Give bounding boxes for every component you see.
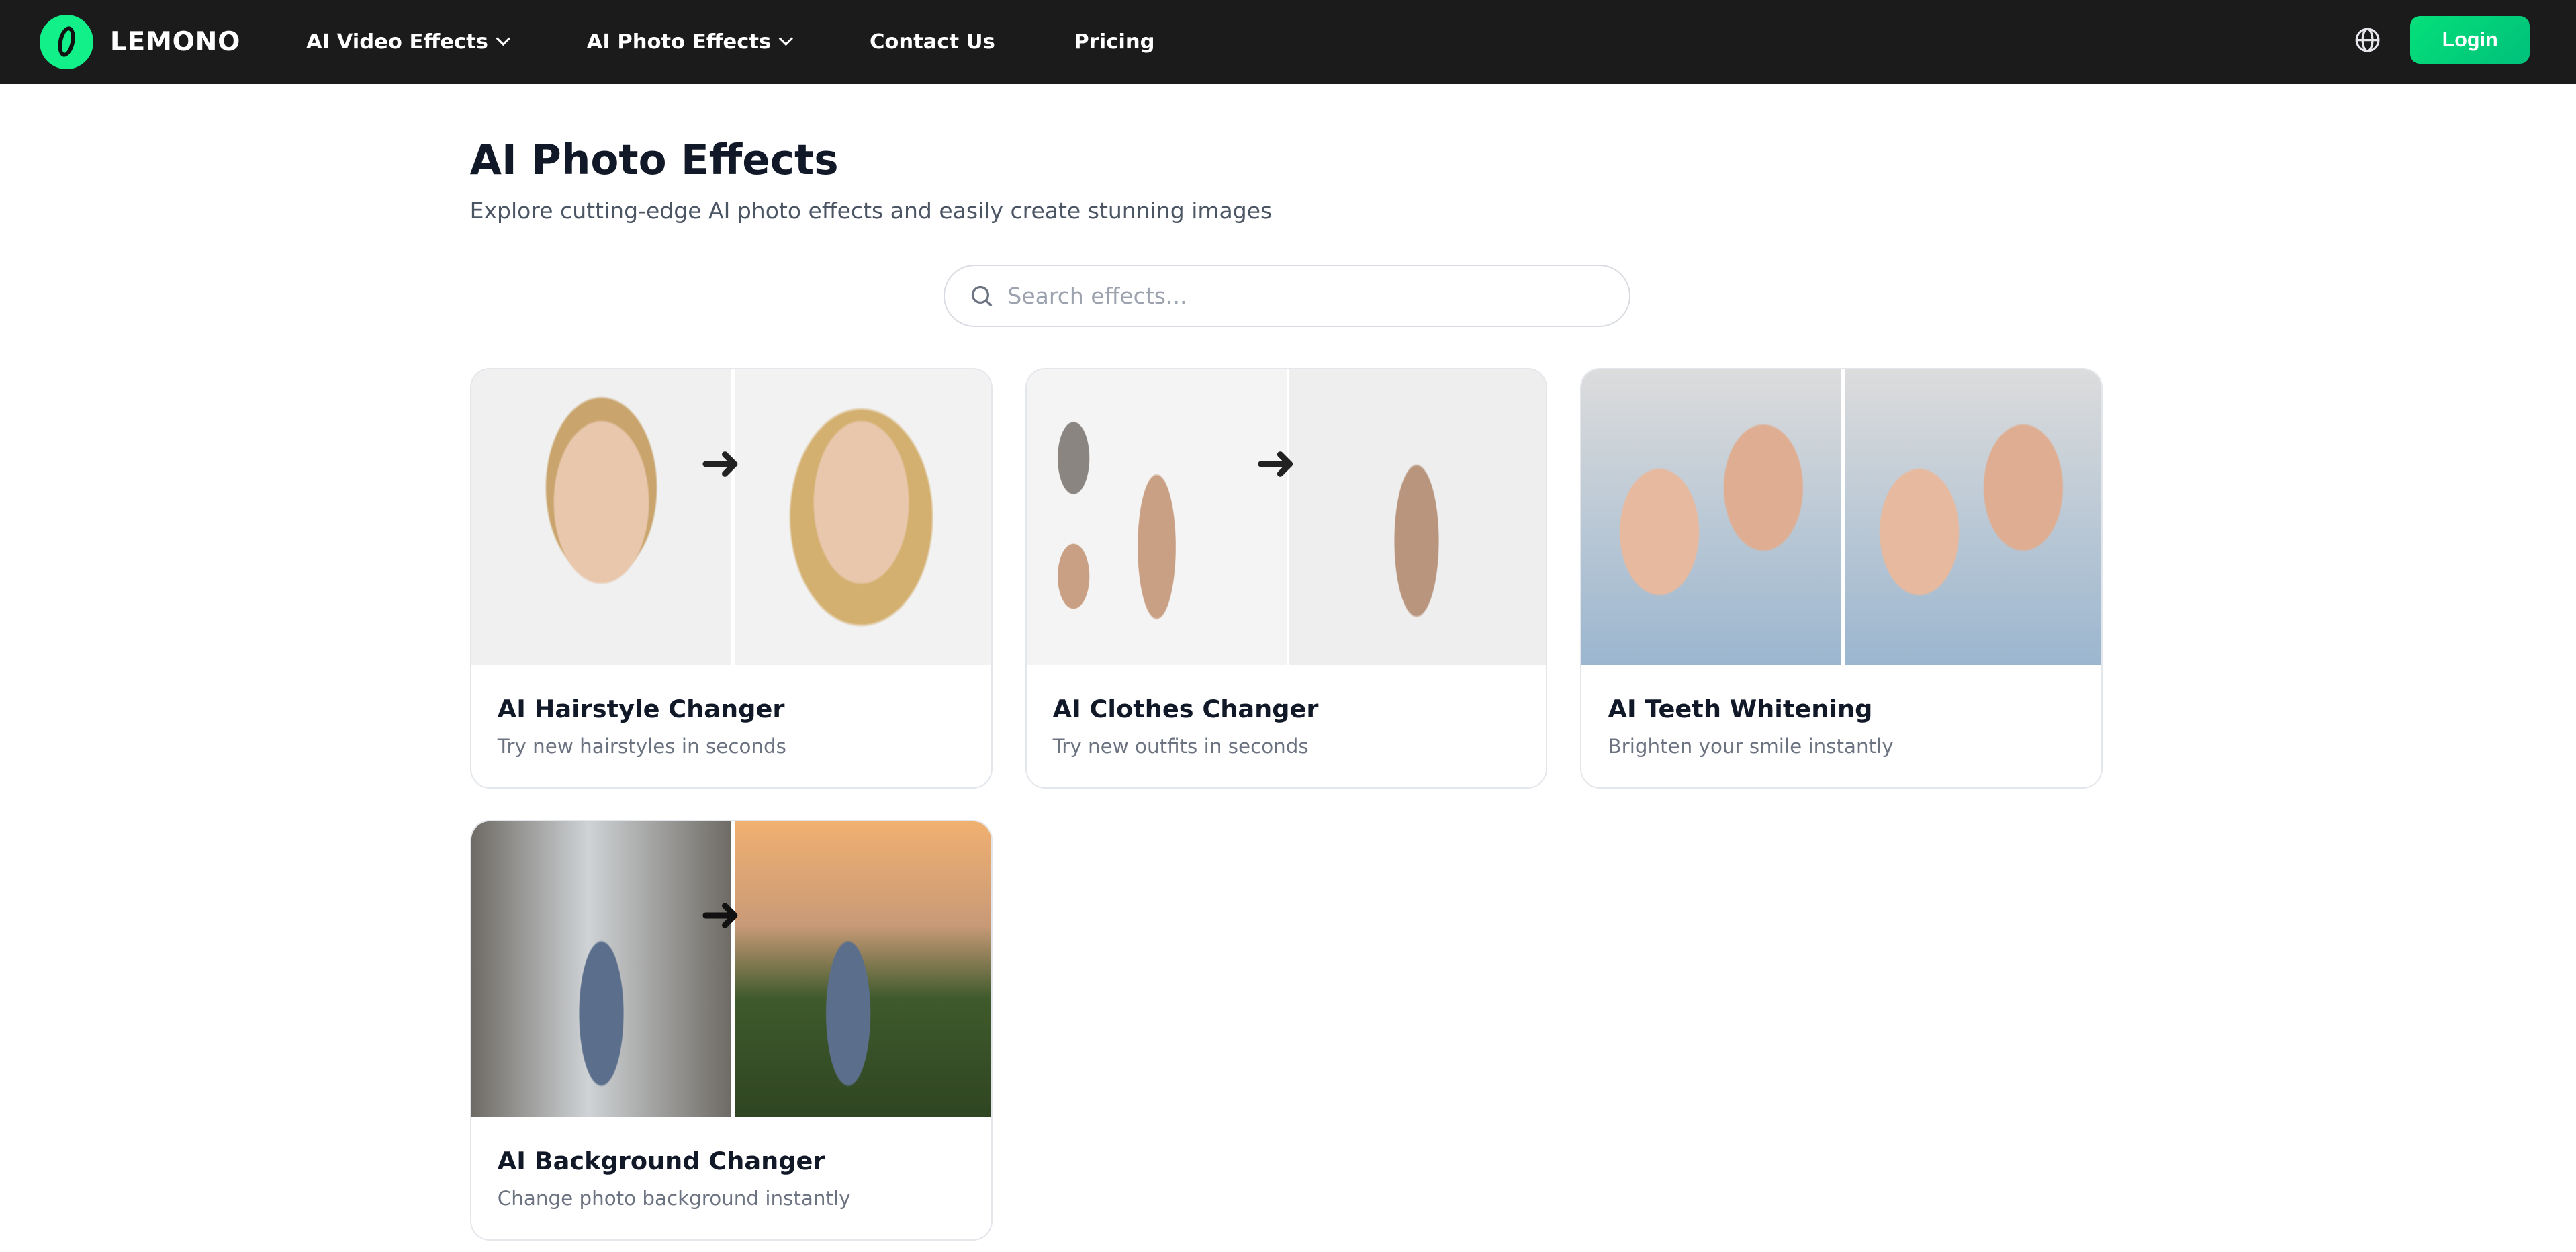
- menu-label: AI Video Effects: [306, 30, 488, 54]
- arrow-icon: ➜: [700, 435, 741, 492]
- menu-label: Pricing: [1074, 30, 1154, 54]
- card-preview-image: ➜: [1027, 369, 1547, 665]
- brand-name: LEMONO: [110, 27, 240, 57]
- card-preview-image: ➜: [471, 821, 991, 1117]
- search-input[interactable]: [1007, 283, 1629, 309]
- top-nav: LEMONO AI Video Effects AI Photo Effects…: [0, 0, 2576, 84]
- logo-icon: [40, 15, 94, 69]
- effect-card-background[interactable]: ➜ AI Background Changer Change photo bac…: [470, 820, 993, 1241]
- effect-card-teeth[interactable]: AI Teeth Whitening Brighten your smile i…: [1580, 368, 2103, 789]
- menu-label: AI Photo Effects: [587, 30, 772, 54]
- card-description: Brighten your smile instantly: [1608, 735, 2102, 758]
- menu-label: Contact Us: [870, 30, 995, 54]
- arrow-icon: ➜: [700, 886, 741, 943]
- main-menu: AI Video Effects AI Photo Effects Contac…: [306, 30, 1234, 54]
- card-description: Change photo background instantly: [498, 1187, 991, 1210]
- page-title: AI Photo Effects: [470, 136, 2105, 184]
- brand-logo[interactable]: LEMONO: [40, 15, 240, 69]
- card-title: AI Hairstyle Changer: [498, 695, 991, 723]
- menu-ai-video-effects[interactable]: AI Video Effects: [306, 30, 508, 54]
- arrow-icon: ➜: [1255, 435, 1296, 492]
- effects-grid: ➜ AI Hairstyle Changer Try new hairstyle…: [470, 368, 2105, 1241]
- globe-icon[interactable]: [2354, 27, 2381, 53]
- menu-contact-us[interactable]: Contact Us: [870, 30, 995, 54]
- card-description: Try new outfits in seconds: [1053, 735, 1547, 758]
- main-content: AI Photo Effects Explore cutting-edge AI…: [470, 84, 2105, 1241]
- effect-card-hairstyle[interactable]: ➜ AI Hairstyle Changer Try new hairstyle…: [470, 368, 993, 789]
- card-title: AI Teeth Whitening: [1608, 695, 2102, 723]
- search-box[interactable]: [944, 265, 1630, 327]
- menu-ai-photo-effects[interactable]: AI Photo Effects: [587, 30, 791, 54]
- page-subtitle: Explore cutting-edge AI photo effects an…: [470, 197, 2105, 224]
- login-button[interactable]: Login: [2410, 16, 2530, 64]
- chevron-down-icon: [779, 32, 793, 46]
- card-description: Try new hairstyles in seconds: [498, 735, 991, 758]
- card-preview-image: ➜: [471, 369, 991, 665]
- search-icon: [968, 283, 995, 309]
- chevron-down-icon: [496, 32, 510, 46]
- menu-pricing[interactable]: Pricing: [1074, 30, 1154, 54]
- card-title: AI Clothes Changer: [1053, 695, 1547, 723]
- card-title: AI Background Changer: [498, 1147, 991, 1175]
- card-preview-image: [1581, 369, 2101, 665]
- effect-card-clothes[interactable]: ➜ AI Clothes Changer Try new outfits in …: [1025, 368, 1548, 789]
